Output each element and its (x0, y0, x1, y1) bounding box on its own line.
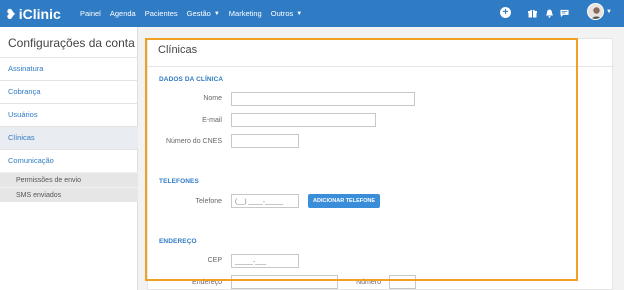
gift-icon[interactable] (528, 9, 537, 18)
user-avatar[interactable] (587, 3, 604, 20)
nav-item-marketing[interactable]: Marketing (229, 9, 262, 18)
nav-item-agenda[interactable]: Agenda (110, 9, 136, 18)
sidebar-subitem-permissoes[interactable]: Permissões de envio (0, 172, 138, 187)
sidebar-item-assinatura[interactable]: Assinatura (0, 57, 138, 80)
brand-logo[interactable]: ❥ iClinic (5, 5, 61, 22)
section-clinic-data: DADOS DA CLÍNICA (159, 76, 224, 83)
chevron-down-icon[interactable]: ▼ (606, 9, 612, 15)
avatar-image (588, 4, 603, 19)
add-phone-button[interactable]: ADICIONAR TELEFONE (308, 194, 381, 208)
top-navbar: ❥ iClinic Painel Agenda Pacientes Gestão… (0, 0, 624, 27)
settings-sidebar: Configurações da conta Assinatura Cobran… (0, 27, 138, 290)
nav-item-outros[interactable]: Outros ▼ (271, 9, 302, 18)
cnes-label: Número do CNES (165, 138, 222, 145)
name-input[interactable] (231, 92, 415, 106)
sidebar-item-comunicacao[interactable]: Comunicação (0, 149, 138, 172)
brand-name: iClinic (18, 5, 61, 22)
chevron-down-icon: ▼ (213, 10, 220, 17)
number-label: Número (356, 279, 381, 286)
sidebar-item-clinicas[interactable]: Clínicas (0, 126, 138, 149)
chevron-down-icon: ▼ (296, 10, 303, 17)
phone-input[interactable] (231, 194, 299, 208)
clinic-form-panel: Clínicas DADOS DA CLÍNICA Nome E-mail Nú… (147, 38, 614, 290)
sidebar-item-usuarios[interactable]: Usuários (0, 103, 138, 126)
page-title: Clínicas (158, 44, 198, 56)
number-input[interactable] (389, 275, 416, 289)
cep-input[interactable] (231, 254, 299, 268)
cep-label: CEP (207, 257, 222, 264)
add-icon[interactable]: + (500, 7, 511, 18)
section-phones: TELEFONES (159, 178, 199, 185)
divider (148, 66, 614, 67)
cnes-input[interactable] (231, 134, 299, 148)
address-label: Endereço (192, 279, 222, 286)
email-label: E-mail (202, 117, 222, 124)
sidebar-item-cobranca[interactable]: Cobrança (0, 80, 138, 103)
main-nav: Painel Agenda Pacientes Gestão ▼ Marketin… (80, 0, 311, 27)
phone-label: Telefone (195, 198, 222, 205)
bell-icon[interactable] (545, 9, 554, 18)
sidebar-title: Configurações da conta (8, 36, 135, 50)
chat-icon[interactable] (560, 9, 569, 18)
sidebar-subitem-sms[interactable]: SMS enviados (0, 187, 138, 202)
email-input[interactable] (231, 113, 376, 127)
nav-item-pacientes[interactable]: Pacientes (145, 9, 178, 18)
section-address: ENDEREÇO (159, 238, 197, 245)
nav-item-painel[interactable]: Painel (80, 9, 101, 18)
name-label: Nome (203, 95, 222, 102)
nav-item-gestao[interactable]: Gestão ▼ (187, 9, 220, 18)
iclinic-logo-icon: ❥ (5, 5, 17, 22)
